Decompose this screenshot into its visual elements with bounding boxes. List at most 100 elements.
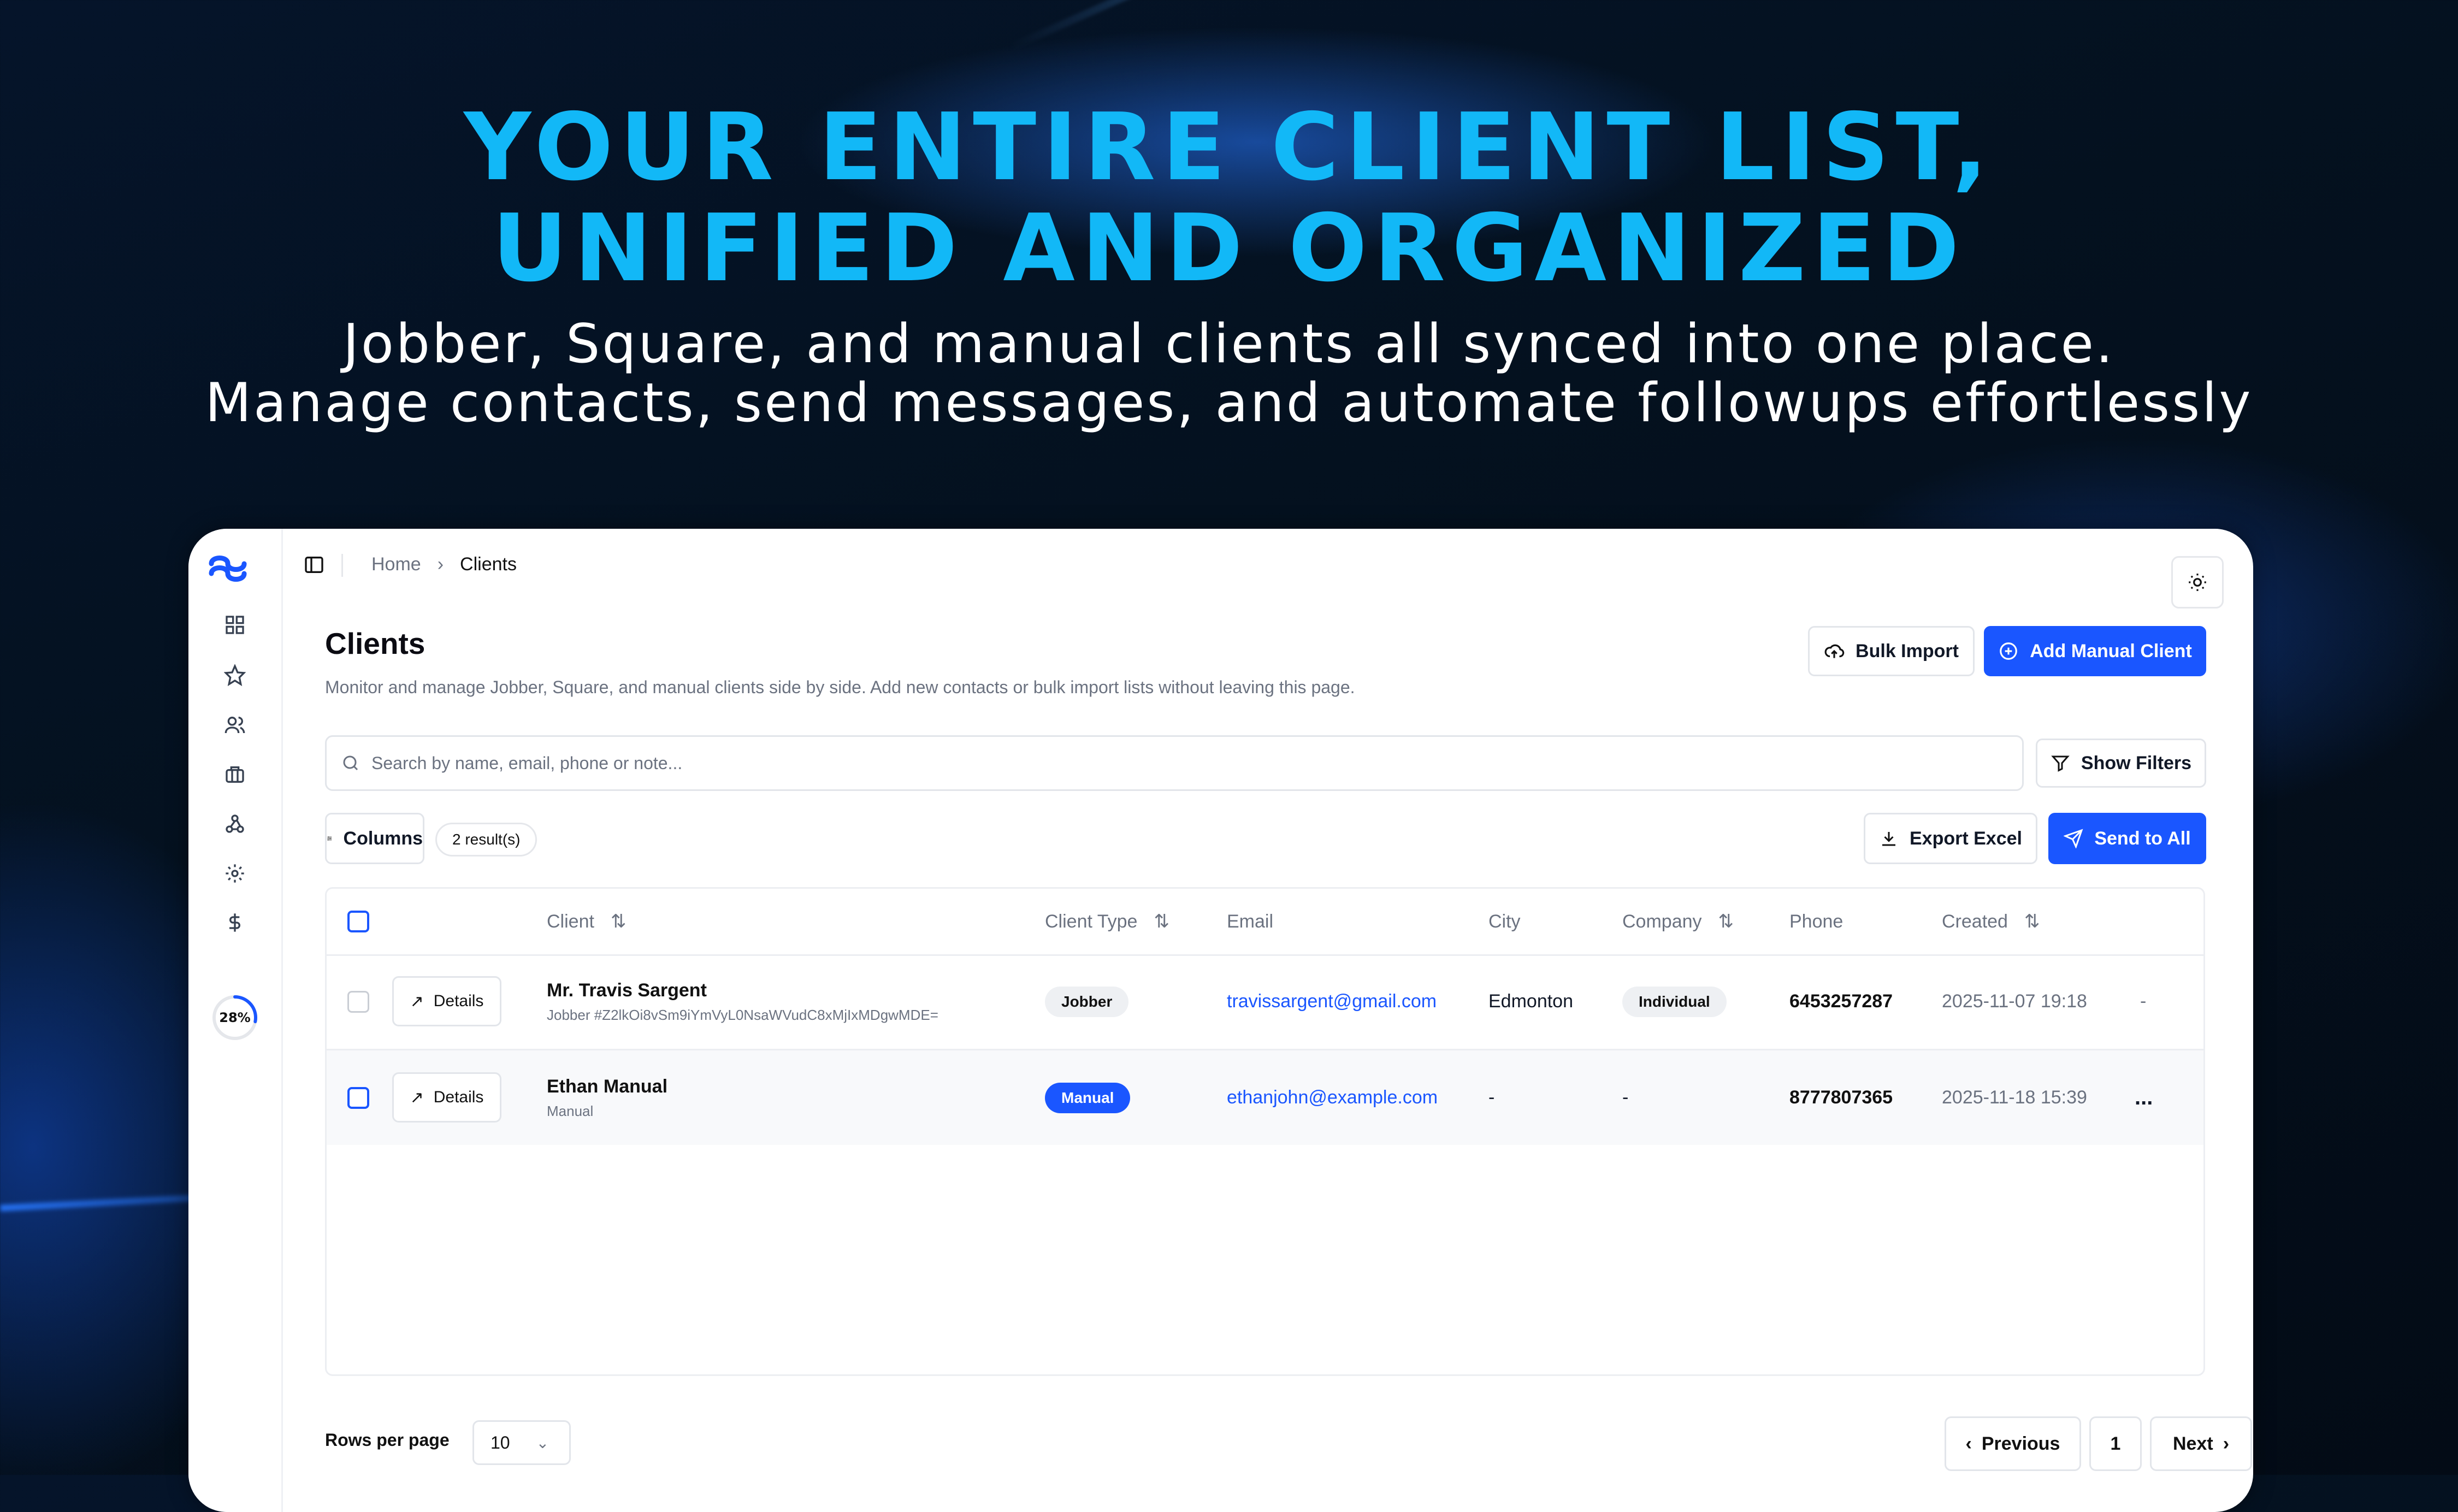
email-cell: ethanjohn@example.com xyxy=(1227,1050,1438,1145)
dollar-icon[interactable] xyxy=(217,905,253,941)
breadcrumb-home[interactable]: Home xyxy=(371,554,421,575)
client-cell: Mr. Travis Sargent Jobber #Z2lkOi8vSm9iY… xyxy=(547,954,938,1049)
chevron-right-icon: › xyxy=(437,553,444,575)
header-city[interactable]: City xyxy=(1488,889,1521,954)
header-client-type[interactable]: Client Type ⇅ xyxy=(1045,889,1169,954)
progress-ring: 28% xyxy=(210,993,259,1042)
page-number-button[interactable]: 1 xyxy=(2089,1416,2142,1471)
details-button[interactable]: ↗ Details xyxy=(392,1072,501,1123)
breadcrumb-current: Clients xyxy=(460,553,517,575)
client-name[interactable]: Mr. Travis Sargent xyxy=(547,980,707,1001)
subheadline-line-2: Manage contacts, send messages, and auto… xyxy=(205,372,2253,434)
client-name[interactable]: Ethan Manual xyxy=(547,1076,667,1097)
filter-icon xyxy=(2051,755,2070,772)
breadcrumb: Home › Clients xyxy=(371,550,517,579)
sort-icon: ⇅ xyxy=(1154,911,1169,932)
select-all-checkbox-cell xyxy=(347,889,369,954)
client-source-id: Manual xyxy=(547,1102,594,1119)
settings-icon[interactable] xyxy=(217,855,253,891)
table-header: Client ⇅ Client Type ⇅ Email City Compan… xyxy=(327,889,2203,956)
headline-line-2: UNIFIED AND ORGANIZED xyxy=(492,194,1966,303)
columns-button[interactable]: Columns xyxy=(325,813,424,864)
table-row[interactable]: ↗ Details Mr. Travis Sargent Jobber #Z2l… xyxy=(327,954,2203,1050)
main-content: Home › Clients Clients Monitor and manag… xyxy=(281,529,2253,1512)
chevron-right-icon: › xyxy=(2223,1433,2230,1454)
email-cell: travissargent@gmail.com xyxy=(1227,954,1437,1049)
sidebar-toggle-icon[interactable] xyxy=(303,554,325,576)
next-page-button[interactable]: Next › xyxy=(2150,1416,2252,1471)
page-description: Monitor and manage Jobber, Square, and m… xyxy=(325,677,1355,697)
client-type-badge: Manual xyxy=(1045,1082,1131,1113)
company-cell: Individual xyxy=(1622,954,1727,1049)
upload-cloud-icon xyxy=(1824,644,1845,658)
download-icon xyxy=(1882,832,1895,846)
search-icon xyxy=(343,755,358,771)
subheadline-line-1: Jobber, Square, and manual clients all s… xyxy=(342,313,2116,375)
client-source-id: Jobber #Z2lkOi8vSm9iYmVyL0NsaWVudC8xMjIx… xyxy=(547,1006,938,1023)
row-checkbox[interactable] xyxy=(347,1086,369,1109)
star-icon[interactable] xyxy=(217,657,253,693)
rows-per-page-label: Rows per page xyxy=(325,1430,450,1450)
clients-table: Client ⇅ Client Type ⇅ Email City Compan… xyxy=(325,887,2205,1376)
arrow-up-right-icon: ↗ xyxy=(410,992,424,1011)
webhook-icon[interactable] xyxy=(217,806,253,842)
client-cell: Ethan Manual Manual xyxy=(547,1050,667,1145)
add-manual-client-button[interactable]: Add Manual Client xyxy=(1984,626,2206,676)
export-excel-button[interactable]: Export Excel xyxy=(1864,813,2037,864)
app-window: 28% Home › Clients Clients Monitor and m… xyxy=(188,529,2253,1512)
results-count-badge: 2 result(s) xyxy=(435,823,537,857)
client-type-cell: Manual xyxy=(1045,1050,1131,1145)
table-row[interactable]: ↗ Details Ethan Manual Manual Manual eth… xyxy=(327,1050,2203,1145)
arrow-up-right-icon: ↗ xyxy=(410,1088,424,1107)
created-cell: 2025-11-18 15:39 xyxy=(1942,1087,2087,1108)
phone-cell: 6453257287 xyxy=(1789,991,1893,1012)
row-extra-cell: - xyxy=(2140,991,2147,1012)
header-phone[interactable]: Phone xyxy=(1789,889,1843,954)
client-type-badge: Jobber xyxy=(1045,986,1129,1017)
show-filters-button[interactable]: Show Filters xyxy=(2036,739,2206,788)
chevron-left-icon: ‹ xyxy=(1965,1433,1972,1454)
background-light-streak xyxy=(1009,0,2110,51)
previous-page-button[interactable]: ‹ Previous xyxy=(1945,1416,2081,1471)
search-bar[interactable] xyxy=(325,735,2024,791)
bulk-import-button[interactable]: Bulk Import xyxy=(1808,626,1975,676)
briefcase-icon[interactable] xyxy=(217,757,253,793)
sidebar: 28% xyxy=(188,529,283,1512)
send-to-all-button[interactable]: Send to All xyxy=(2048,813,2206,864)
company-badge: Individual xyxy=(1622,986,1727,1017)
client-type-cell: Jobber xyxy=(1045,954,1129,1049)
company-cell: - xyxy=(1622,1087,1629,1108)
email-link[interactable]: ethanjohn@example.com xyxy=(1227,1087,1438,1108)
header-created[interactable]: Created ⇅ xyxy=(1942,889,2040,954)
created-cell: 2025-11-07 19:18 xyxy=(1942,991,2087,1012)
sort-icon: ⇅ xyxy=(2024,911,2040,932)
divider xyxy=(341,554,343,577)
users-icon[interactable] xyxy=(217,707,253,743)
theme-toggle-button[interactable] xyxy=(2171,556,2224,609)
row-checkbox-cell xyxy=(347,954,369,1049)
top-bar: Home › Clients xyxy=(281,529,2253,609)
details-button[interactable]: ↗ Details xyxy=(392,976,501,1026)
email-link[interactable]: travissargent@gmail.com xyxy=(1227,991,1437,1012)
dashboard-icon[interactable] xyxy=(217,607,253,643)
city-cell: Edmonton xyxy=(1488,991,1573,1012)
send-icon xyxy=(2064,829,2083,848)
header-client[interactable]: Client ⇅ xyxy=(547,889,626,954)
logo-icon[interactable] xyxy=(206,552,250,587)
rows-per-page-select[interactable]: 10 ⌄ xyxy=(472,1420,571,1465)
page-title: Clients xyxy=(325,627,426,660)
select-all-checkbox[interactable] xyxy=(347,911,369,932)
sliders-icon xyxy=(327,836,332,841)
phone-cell: 8777807365 xyxy=(1789,1087,1893,1108)
sun-icon xyxy=(2189,574,2206,591)
search-input[interactable] xyxy=(370,752,1957,774)
header-company[interactable]: Company ⇅ xyxy=(1622,889,1734,954)
row-actions-menu-icon[interactable]: ... xyxy=(2135,1050,2153,1145)
plus-circle-icon xyxy=(2000,642,2018,660)
progress-label: 28% xyxy=(219,1010,251,1025)
sort-icon: ⇅ xyxy=(610,911,627,932)
header-email[interactable]: Email xyxy=(1227,889,1273,954)
row-checkbox[interactable] xyxy=(347,990,369,1013)
row-checkbox-cell xyxy=(347,1050,369,1145)
city-cell: - xyxy=(1488,1087,1495,1108)
